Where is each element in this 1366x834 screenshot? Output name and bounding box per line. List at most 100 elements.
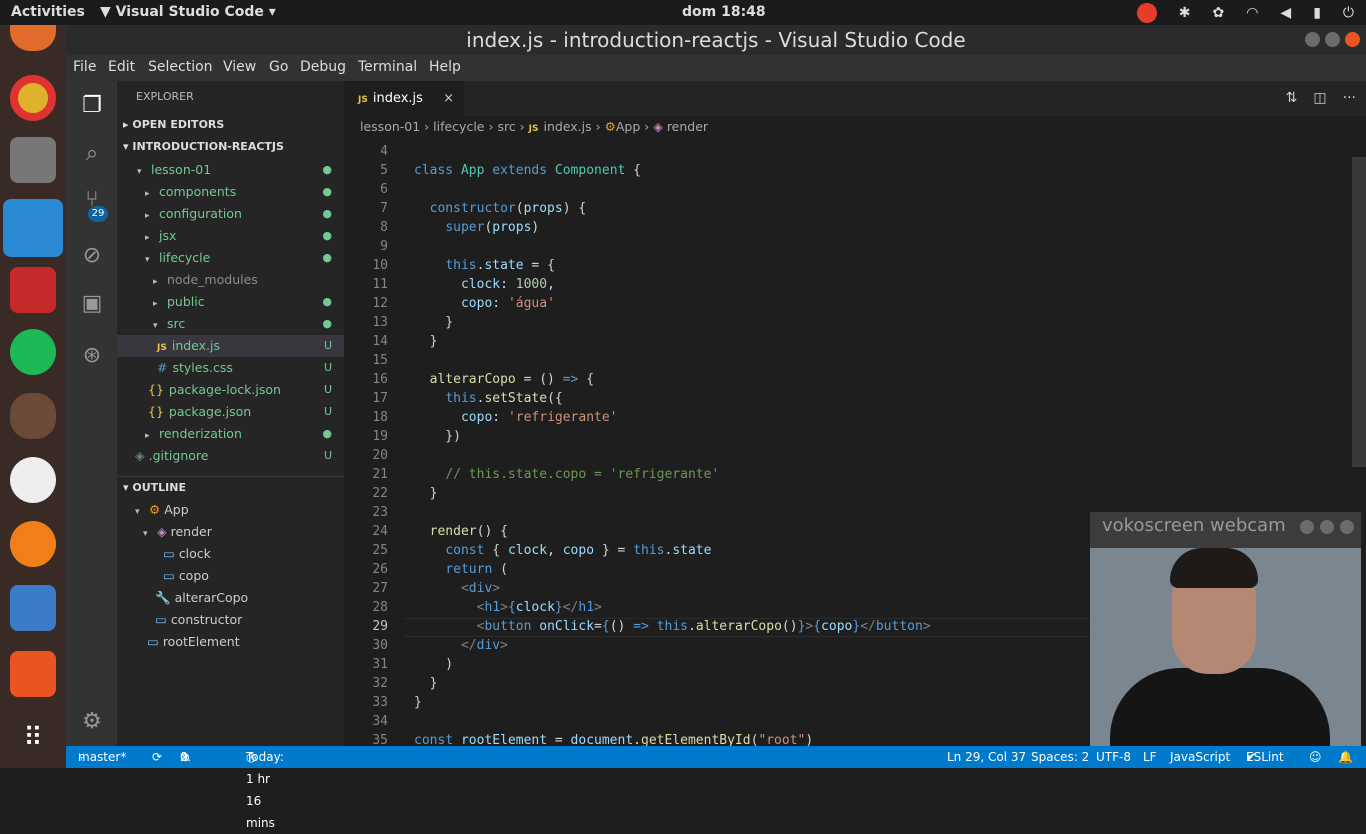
minimize-button[interactable] <box>1305 32 1320 47</box>
tab-index-js[interactable]: JS index.js × <box>344 81 464 116</box>
spotify-icon[interactable] <box>10 329 56 375</box>
tree-item-lesson-01[interactable]: ▾ lesson-01 ● <box>117 159 344 181</box>
menu-go[interactable]: Go <box>269 59 288 75</box>
outline-item-root-element[interactable]: ▭ rootElement <box>117 631 344 653</box>
show-apps-icon[interactable]: ⠿ <box>10 715 56 761</box>
tree-item-jsx[interactable]: ▸ jsx ● <box>117 225 344 247</box>
cursor-position[interactable]: Ln 29, Col 37 <box>947 746 1026 768</box>
outline-item-constructor[interactable]: ▭ constructor <box>117 609 344 631</box>
language-mode[interactable]: JavaScript <box>1170 746 1230 768</box>
clock[interactable]: dom 18:48 <box>682 4 766 20</box>
open-editors-section[interactable]: ▸ OPEN EDITORS <box>117 114 344 136</box>
tree-item-styles-css[interactable]: # styles.css U <box>117 357 344 379</box>
tree-item-package-json[interactable]: {} package.json U <box>117 401 344 423</box>
search-icon[interactable]: ⌕ <box>79 141 105 167</box>
tree-item-label: src <box>166 316 186 331</box>
terminal-icon[interactable] <box>10 267 56 313</box>
open-changes-icon[interactable]: ⇅ <box>1286 90 1298 106</box>
app-menu[interactable]: ▼ Visual Studio Code ▾ <box>100 4 276 20</box>
settings-gear-icon[interactable]: ⚙ <box>79 709 105 735</box>
maximize-button[interactable] <box>1325 32 1340 47</box>
tree-item-index-js[interactable]: JS index.js U <box>117 335 344 357</box>
menu-help[interactable]: Help <box>429 59 461 75</box>
gitlens-icon[interactable]: ⊛ <box>79 343 105 369</box>
breadcrumb-item[interactable]: lifecycle <box>433 119 484 134</box>
breadcrumb-item[interactable]: index.js <box>543 119 591 134</box>
line-number: 13 <box>372 315 388 330</box>
battery-icon[interactable]: ▮ <box>1313 5 1321 21</box>
tree-item-package-lock-json[interactable]: {} package-lock.json U <box>117 379 344 401</box>
encoding[interactable]: UTF-8 <box>1096 746 1131 768</box>
breadcrumb-item[interactable]: lesson-01 <box>360 119 420 134</box>
more-actions-icon[interactable]: ··· <box>1343 90 1356 106</box>
menu-view[interactable]: View <box>223 59 256 75</box>
tree-item-renderization[interactable]: ▸ renderization ● <box>117 423 344 445</box>
feedback-icon[interactable]: ☺ <box>1309 746 1322 768</box>
code-line: class App extends Component { <box>414 163 642 178</box>
outline-item-render[interactable]: ▾ ◈ render <box>117 521 344 543</box>
power-icon[interactable]: ⏻ <box>1343 5 1354 21</box>
outline-item-app[interactable]: ▾ ⚙ App <box>117 499 344 521</box>
outline-section[interactable]: ▾ OUTLINE <box>117 476 344 498</box>
volume-icon[interactable]: ◀ <box>1280 5 1291 21</box>
record-indicator-icon[interactable] <box>1136 3 1157 23</box>
minimap[interactable] <box>1256 137 1356 217</box>
outline-item-alterar-copo[interactable]: 🔧 alterarCopo <box>117 587 344 609</box>
status-indicator: ● <box>322 229 332 242</box>
vscode-icon[interactable] <box>3 199 63 257</box>
tree-item-lifecycle[interactable]: ▾ lifecycle ● <box>117 247 344 269</box>
project-section[interactable]: ▾ INTRODUCTION-REACTJS <box>117 136 344 158</box>
extensions-icon[interactable]: ▣ <box>79 291 105 317</box>
webcam-window[interactable]: vokoscreen webcam <box>1090 512 1361 758</box>
js-file-icon: JS <box>528 124 539 134</box>
menu-selection[interactable]: Selection <box>148 59 213 75</box>
indentation[interactable]: Spaces: 2 <box>1031 746 1089 768</box>
tree-item-configuration[interactable]: ▸ configuration ● <box>117 203 344 225</box>
tree-item-public[interactable]: ▸ public ● <box>117 291 344 313</box>
menu-debug[interactable]: Debug <box>300 59 346 75</box>
breadcrumb-item[interactable]: src <box>497 119 515 134</box>
slack-icon[interactable] <box>10 457 56 503</box>
network-share-icon[interactable]: ✿ <box>1212 5 1224 21</box>
firefox-icon[interactable] <box>10 25 56 51</box>
breadcrumb-item[interactable]: App <box>616 119 640 134</box>
activities-button[interactable]: Activities <box>11 4 85 20</box>
presentation-icon[interactable] <box>10 651 56 697</box>
menu-file[interactable]: File <box>73 59 96 75</box>
screen-recorder-icon[interactable] <box>10 585 56 631</box>
files-icon[interactable] <box>10 137 56 183</box>
breadcrumb-item[interactable]: render <box>667 119 708 134</box>
outline-item-clock[interactable]: ▭ clock <box>117 543 344 565</box>
webcam-close-button[interactable] <box>1340 520 1354 534</box>
outline-item-copo[interactable]: ▭ copo <box>117 565 344 587</box>
close-tab-icon[interactable]: × <box>443 81 454 116</box>
tree-item-src[interactable]: ▾ src ● <box>117 313 344 335</box>
tree-item-gitignore[interactable]: ◈ .gitignore U <box>117 445 344 467</box>
sync-icon[interactable]: ⟳ <box>152 746 162 768</box>
menu-edit[interactable]: Edit <box>108 59 135 75</box>
close-window-button[interactable] <box>1345 32 1360 47</box>
expand-arrow-icon: ▾ <box>145 255 150 265</box>
chrome-icon[interactable] <box>10 75 56 121</box>
line-number: 15 <box>372 353 388 368</box>
menu-terminal[interactable]: Terminal <box>358 59 417 75</box>
eol[interactable]: LF <box>1143 746 1157 768</box>
notifications-icon[interactable]: 🔔 <box>1338 746 1353 768</box>
explorer-icon[interactable]: ❐ <box>79 93 105 119</box>
status-indicator: ● <box>322 295 332 308</box>
status-bar: ⑂ master* ⟳ ⊗ 0 ⚠ 0 ◷ Today: 1 hr 16 min… <box>66 746 1366 830</box>
tree-item-components[interactable]: ▸ components ● <box>117 181 344 203</box>
color-picker-icon[interactable] <box>10 521 56 567</box>
debug-icon[interactable]: ⊘ <box>79 243 105 269</box>
tree-item-node-modules[interactable]: ▸ node_modules <box>117 269 344 291</box>
webcam-maximize-button[interactable] <box>1320 520 1334 534</box>
bluetooth-icon[interactable]: ✱ <box>1179 5 1191 21</box>
line-number: 9 <box>380 239 388 254</box>
dbeaver-icon[interactable] <box>10 393 56 439</box>
line-number: 7 <box>380 201 388 216</box>
split-editor-icon[interactable]: ◫ <box>1313 90 1326 106</box>
status-indicator: ● <box>322 163 332 176</box>
wifi-icon[interactable]: ◠ <box>1246 5 1258 21</box>
webcam-minimize-button[interactable] <box>1300 520 1314 534</box>
editor-scrollbar[interactable] <box>1352 157 1366 467</box>
